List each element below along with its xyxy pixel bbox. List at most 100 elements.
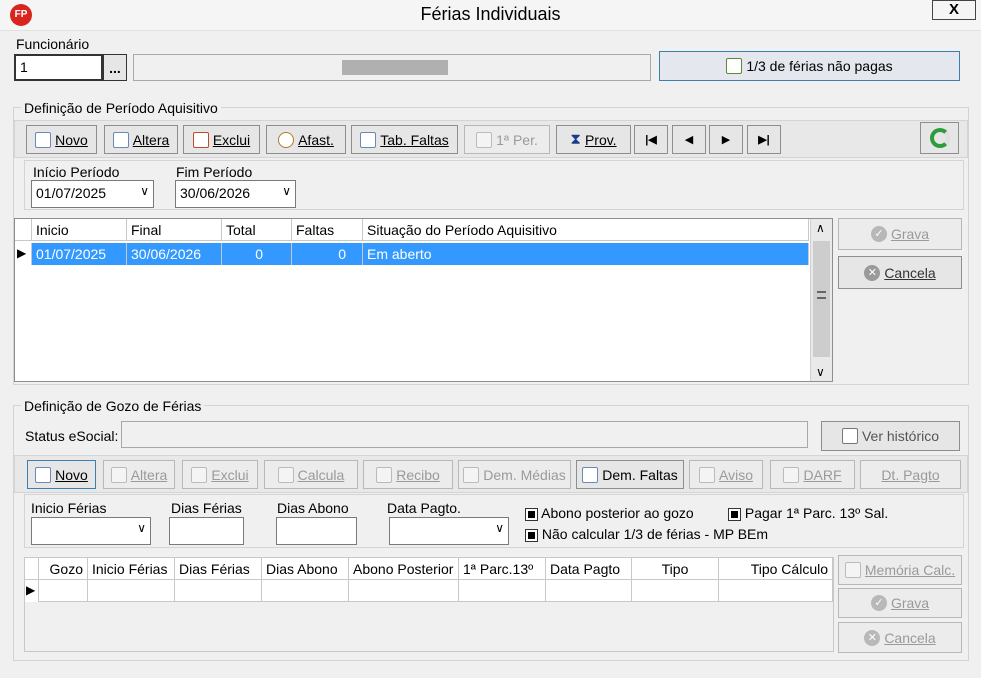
col-header[interactable]: Tipo Cálculo: [719, 558, 833, 580]
table-cell[interactable]: [39, 580, 88, 602]
inicio-ferias-select[interactable]: ∨: [31, 517, 151, 545]
periodo-grid[interactable]: Inicio Final Total Faltas Situação do Pe…: [14, 218, 833, 382]
funcionario-code-input[interactable]: 1: [14, 54, 103, 81]
fim-periodo-select[interactable]: 30/06/2026 ∨: [175, 180, 296, 208]
gozo-exclui-label: Exclui: [211, 466, 249, 483]
gozo-altera-button[interactable]: Altera: [103, 460, 175, 489]
gozo-calcula-button[interactable]: Calcula: [264, 460, 358, 489]
col-header[interactable]: Data Pagto: [546, 558, 632, 580]
redacted-name: [342, 60, 448, 75]
table-cell[interactable]: 01/07/2025: [32, 243, 127, 265]
gozo-dem-medias-button[interactable]: Dem. Médias: [458, 460, 571, 489]
funcionario-label: Funcionário: [16, 36, 90, 52]
table-cell[interactable]: 0: [222, 243, 292, 265]
gozo-grava-label: Grava: [890, 595, 930, 611]
gozo-aviso-button[interactable]: Aviso: [689, 460, 763, 489]
funcionario-lookup-button[interactable]: ...: [103, 54, 127, 81]
periodo-novo-button[interactable]: Novo: [26, 125, 97, 154]
refresh-button[interactable]: [920, 122, 959, 154]
nav-first-button[interactable]: |◀: [634, 125, 668, 154]
chevron-down-icon: ∨: [140, 184, 149, 198]
periodo-primeira-per-button[interactable]: 1ª Per.: [464, 125, 550, 154]
row-pointer-icon: ▶: [25, 580, 39, 602]
table-cell[interactable]: Em aberto: [363, 243, 809, 265]
table-cell[interactable]: [175, 580, 262, 602]
table-cell[interactable]: 30/06/2026: [127, 243, 222, 265]
dias-ferias-input[interactable]: [169, 517, 244, 545]
col-header[interactable]: Dias Abono: [262, 558, 349, 580]
nav-last-button[interactable]: ▶|: [747, 125, 781, 154]
periodo-altera-button[interactable]: Altera: [104, 125, 178, 154]
periodo-fields-panel: [24, 160, 964, 210]
periodo-tab-faltas-button[interactable]: Tab. Faltas: [351, 125, 458, 154]
gozo-dem-faltas-button[interactable]: Dem. Faltas: [576, 460, 684, 489]
checkbox-icon[interactable]: [525, 507, 538, 521]
third-unpaid-button[interactable]: 1/3 de férias não pagas: [659, 51, 960, 81]
close-button[interactable]: X: [932, 0, 976, 20]
table-cell[interactable]: [546, 580, 632, 602]
inicio-periodo-select[interactable]: 01/07/2025 ∨: [31, 180, 154, 208]
periodo-cancela-button[interactable]: ✕ Cancela: [838, 256, 962, 289]
table-cell[interactable]: 0: [292, 243, 363, 265]
nao-calcular-label: Não calcular 1/3 de férias - MP BEm: [541, 526, 769, 542]
ver-historico-button[interactable]: Ver histórico: [821, 421, 960, 451]
abono-posterior-label: Abono posterior ao gozo: [541, 505, 694, 521]
document-icon: [844, 562, 861, 578]
col-header[interactable]: 1ª Parc.13º: [459, 558, 546, 580]
abono-posterior-checkbox[interactable]: Abono posterior ao gozo: [525, 505, 694, 521]
gozo-grid[interactable]: Gozo Inicio Férias Dias Férias Dias Abon…: [24, 557, 834, 652]
gozo-darf-button[interactable]: DARF: [770, 460, 855, 489]
folder-doc-icon: [841, 428, 858, 444]
col-header[interactable]: Final: [127, 219, 222, 241]
scroll-down-icon[interactable]: ∨: [816, 365, 825, 379]
nao-calcular-checkbox[interactable]: Não calcular 1/3 de férias - MP BEm: [525, 526, 768, 542]
table-cell[interactable]: [632, 580, 719, 602]
periodo-cancela-label: Cancela: [884, 264, 936, 281]
table-cell[interactable]: [262, 580, 349, 602]
col-header[interactable]: Dias Férias: [175, 558, 262, 580]
periodo-scrollbar[interactable]: ∧ ∨: [810, 219, 832, 381]
gozo-recibo-button[interactable]: Recibo: [363, 460, 453, 489]
table-cell[interactable]: [349, 580, 459, 602]
printer-icon: [463, 466, 480, 483]
gozo-dt-pagto-button[interactable]: Dt. Pagto: [860, 460, 961, 489]
periodo-grava-button[interactable]: ✓ Grava: [838, 218, 962, 250]
row-indicator-header: [15, 219, 32, 241]
periodo-afast-button[interactable]: Afast.: [266, 125, 346, 154]
row-indicator-header: [25, 558, 39, 580]
gozo-novo-label: Novo: [55, 466, 88, 483]
table-cell[interactable]: [459, 580, 546, 602]
periodo-afast-label: Afast.: [298, 131, 334, 148]
col-header[interactable]: Faltas: [292, 219, 363, 241]
check-circle-icon: ✓: [870, 595, 887, 611]
pagar-13-checkbox[interactable]: Pagar 1ª Parc. 13º Sal.: [728, 505, 888, 521]
table-cell[interactable]: [719, 580, 833, 602]
receipt-icon: [376, 466, 393, 483]
periodo-prov-button[interactable]: ⧗ Prov.: [556, 125, 631, 154]
gozo-novo-button[interactable]: Novo: [27, 460, 96, 489]
col-header[interactable]: Inicio Férias: [88, 558, 175, 580]
checkbox-icon[interactable]: [728, 507, 741, 521]
scroll-up-icon[interactable]: ∧: [816, 221, 825, 235]
col-header[interactable]: Situação do Período Aquisitivo: [363, 219, 809, 241]
inicio-ferias-label: Inicio Férias: [31, 500, 107, 516]
scroll-thumb[interactable]: [813, 241, 830, 357]
gozo-grava-button[interactable]: ✓ Grava: [838, 588, 962, 618]
periodo-exclui-button[interactable]: Exclui: [183, 125, 260, 154]
table-cell[interactable]: [88, 580, 175, 602]
nav-prev-button[interactable]: ◀: [672, 125, 706, 154]
gozo-calcula-label: Calcula: [297, 466, 345, 483]
col-header[interactable]: Gozo: [39, 558, 88, 580]
memoria-calc-button[interactable]: Memória Calc.: [838, 555, 962, 585]
dias-abono-input[interactable]: [276, 517, 357, 545]
col-header[interactable]: Tipo: [632, 558, 719, 580]
gozo-cancela-button[interactable]: ✕ Cancela: [838, 622, 962, 653]
data-pagto-select[interactable]: ∨: [389, 517, 509, 545]
gozo-exclui-button[interactable]: Exclui: [182, 460, 258, 489]
nav-next-button[interactable]: ▶: [709, 125, 743, 154]
col-header[interactable]: Inicio: [32, 219, 127, 241]
data-pagto-label: Data Pagto.: [387, 500, 461, 516]
col-header[interactable]: Total: [222, 219, 292, 241]
checkbox-icon[interactable]: [525, 528, 538, 542]
col-header[interactable]: Abono Posterior: [349, 558, 459, 580]
